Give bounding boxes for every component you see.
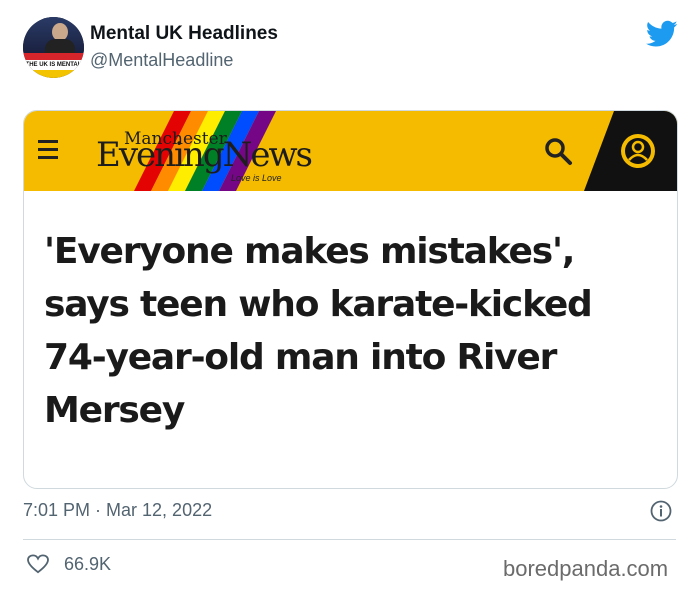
- tweet-image[interactable]: Manchester EveningNews Love is Love 'Eve…: [23, 110, 678, 489]
- newspaper-header-bar: Manchester EveningNews Love is Love: [24, 111, 677, 191]
- user-handle[interactable]: @MentalHeadline: [90, 50, 233, 71]
- heart-icon[interactable]: [27, 554, 49, 574]
- avatar-red-strip: [23, 53, 84, 60]
- hamburger-menu-icon: [38, 140, 58, 160]
- masthead-title: EveningNews: [96, 135, 313, 175]
- like-count[interactable]: 66.9K: [64, 554, 111, 575]
- tweet-timestamp[interactable]: 7:01 PM · Mar 12, 2022: [23, 500, 212, 521]
- divider: [23, 539, 676, 540]
- search-icon: [545, 138, 572, 165]
- avatar-yellow-strip: [23, 70, 84, 78]
- article-headline: 'Everyone makes mistakes', says teen who…: [44, 231, 593, 431]
- twitter-bird-icon[interactable]: [646, 20, 678, 48]
- avatar-caption: THE UK IS MENTAL: [23, 60, 84, 70]
- account-icon: [621, 134, 655, 168]
- watermark: boredpanda.com: [503, 556, 669, 581]
- info-icon[interactable]: [650, 500, 672, 522]
- display-name[interactable]: Mental UK Headlines: [90, 23, 278, 45]
- avatar[interactable]: THE UK IS MENTAL: [23, 17, 84, 78]
- masthead-tagline: Love is Love: [231, 173, 282, 183]
